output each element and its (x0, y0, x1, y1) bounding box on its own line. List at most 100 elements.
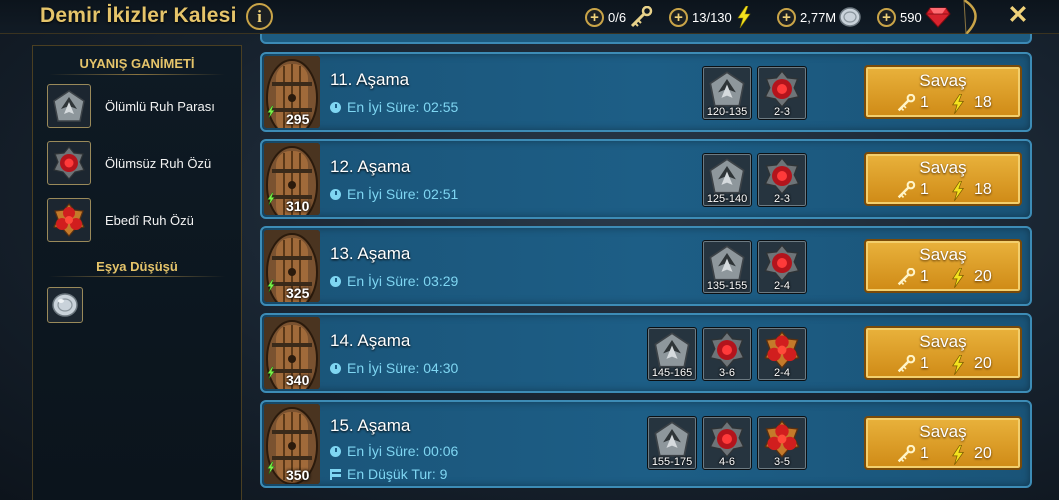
best-time: En İyi Süre: 03:29 (330, 273, 458, 289)
stage-row[interactable]: 310 12. Aşama En İyi Süre: 02:51 125-140… (260, 139, 1032, 219)
best-time-text: En İyi Süre: 04:30 (347, 360, 459, 376)
drop-mortal[interactable]: 125-140 (702, 153, 752, 207)
clock-icon (330, 445, 341, 457)
add-keys-button[interactable]: + (585, 7, 604, 27)
fight-button[interactable]: Savaş 1 20 (864, 326, 1022, 380)
key-icon (896, 180, 916, 204)
drop-range: 135-155 (706, 280, 748, 292)
close-button[interactable]: ✕ (1005, 2, 1031, 28)
stage-name: 15. Aşama (330, 416, 411, 435)
eternal-soul-essence-icon (47, 198, 91, 242)
best-time-text: En İyi Süre: 03:29 (347, 273, 459, 289)
drop-eternal[interactable]: 3-5 (757, 416, 807, 470)
add-gems-button[interactable]: + (877, 7, 896, 27)
loot-item-immortal[interactable]: Ölümsüz Ruh Özü (47, 141, 211, 185)
drop-immortal[interactable]: 2-3 (757, 66, 807, 120)
previous-stage-row (260, 34, 1032, 44)
fight-button[interactable]: Savaş 1 18 (864, 152, 1022, 206)
drop-range: 2-4 (774, 367, 790, 379)
energy-bolt-icon (950, 354, 966, 380)
drop-range: 2-4 (774, 280, 790, 292)
min-turns-text: En Düşük Tur: 9 (347, 466, 448, 482)
add-energy-button[interactable]: + (669, 7, 688, 27)
energy-bolt-icon (950, 267, 966, 293)
energy-cost: 20 (974, 355, 992, 372)
energy-value: 13/130 (692, 9, 732, 25)
stage-row[interactable]: 340 14. Aşama En İyi Süre: 04:30 145-165… (260, 313, 1032, 393)
resource-energy: + 13/130 (669, 6, 753, 28)
fight-label: Savaş (919, 332, 967, 351)
drop-mortal[interactable]: 155-175 (647, 416, 697, 470)
drop-immortal[interactable]: 4-6 (702, 416, 752, 470)
stage-power: 325 (286, 285, 310, 301)
fight-button[interactable]: Savaş 1 18 (864, 65, 1022, 119)
ruby-gem-icon (925, 6, 951, 28)
resource-gems: + 590 (877, 6, 951, 28)
energy-cost: 18 (974, 94, 992, 111)
key-cost: 1 (920, 181, 929, 198)
fight-button[interactable]: Savaş 1 20 (864, 239, 1022, 293)
fight-label: Savaş (919, 422, 967, 441)
stage-power: 350 (286, 467, 310, 483)
silver-value: 2,77M (800, 9, 837, 25)
bow-decoration-icon (960, 0, 990, 35)
turn-flag-icon (330, 468, 341, 480)
energy-bolt-icon (950, 444, 966, 470)
power-bolt-icon (266, 366, 276, 385)
clock-icon (330, 188, 341, 200)
drop-immortal[interactable]: 2-3 (757, 153, 807, 207)
stage-power: 295 (286, 111, 310, 127)
loot-label-eternal: Ebedî Ruh Özü (105, 212, 194, 228)
loot-item-eternal[interactable]: Ebedî Ruh Özü (47, 198, 194, 242)
drop-mortal[interactable]: 135-155 (702, 240, 752, 294)
best-time-text: En İyi Süre: 00:06 (347, 443, 459, 459)
energy-bolt-icon (950, 180, 966, 206)
stage-power: 310 (286, 198, 310, 214)
info-icon[interactable]: i (246, 3, 273, 30)
mortal-soul-coin-icon (47, 84, 91, 128)
drop-range: 2-3 (774, 193, 790, 205)
loot-label-mortal: Ölümlü Ruh Parası (105, 98, 215, 114)
item-drop-divider (49, 276, 225, 277)
power-bolt-icon (266, 192, 276, 211)
best-time: En İyi Süre: 04:30 (330, 360, 458, 376)
stage-row[interactable]: 350 15. Aşama En İyi Süre: 00:06 En Düşü… (260, 400, 1032, 488)
heading-divider (49, 74, 225, 75)
drop-eternal[interactable]: 2-4 (757, 327, 807, 381)
stage-name: 11. Aşama (330, 70, 410, 89)
add-silver-button[interactable]: + (777, 7, 796, 27)
drop-mortal[interactable]: 145-165 (647, 327, 697, 381)
clock-icon (330, 275, 341, 287)
top-bar: Demir İkizler Kalesi i + 0/6 + 13/130 + … (0, 0, 1059, 35)
clock-icon (330, 101, 341, 113)
energy-cost: 20 (974, 445, 992, 462)
drop-range: 3-6 (719, 367, 735, 379)
drop-range: 125-140 (706, 193, 748, 205)
key-icon (896, 93, 916, 117)
drop-range: 120-135 (706, 106, 748, 118)
loot-item-mortal[interactable]: Ölümlü Ruh Parası (47, 84, 215, 128)
item-drop-silver-coin-icon[interactable] (47, 287, 83, 323)
key-cost: 1 (920, 355, 929, 372)
energy-bolt-icon (950, 93, 966, 119)
awakening-loot-heading: UYANIŞ GANİMETİ (79, 56, 195, 71)
key-cost: 1 (920, 94, 929, 111)
silver-coin-icon (839, 6, 861, 28)
stage-list[interactable]: 295 11. Aşama En İyi Süre: 02:55 120-135… (260, 34, 1032, 500)
key-icon (896, 354, 916, 378)
drop-immortal[interactable]: 2-4 (757, 240, 807, 294)
best-time-text: En İyi Süre: 02:55 (347, 99, 459, 115)
stage-row[interactable]: 325 13. Aşama En İyi Süre: 03:29 135-155… (260, 226, 1032, 306)
resource-keys: + 0/6 (585, 6, 653, 28)
drop-immortal[interactable]: 3-6 (702, 327, 752, 381)
stage-row[interactable]: 295 11. Aşama En İyi Süre: 02:55 120-135… (260, 52, 1032, 132)
keys-value: 0/6 (608, 9, 627, 25)
stage-name: 13. Aşama (330, 244, 411, 263)
best-time: En İyi Süre: 00:06 (330, 443, 458, 459)
energy-bolt-icon (735, 6, 753, 28)
resource-silver: + 2,77M (777, 6, 861, 28)
energy-cost: 20 (974, 268, 992, 285)
drop-mortal[interactable]: 120-135 (702, 66, 752, 120)
fight-button[interactable]: Savaş 1 20 (864, 416, 1022, 470)
gems-value: 590 (900, 9, 922, 25)
